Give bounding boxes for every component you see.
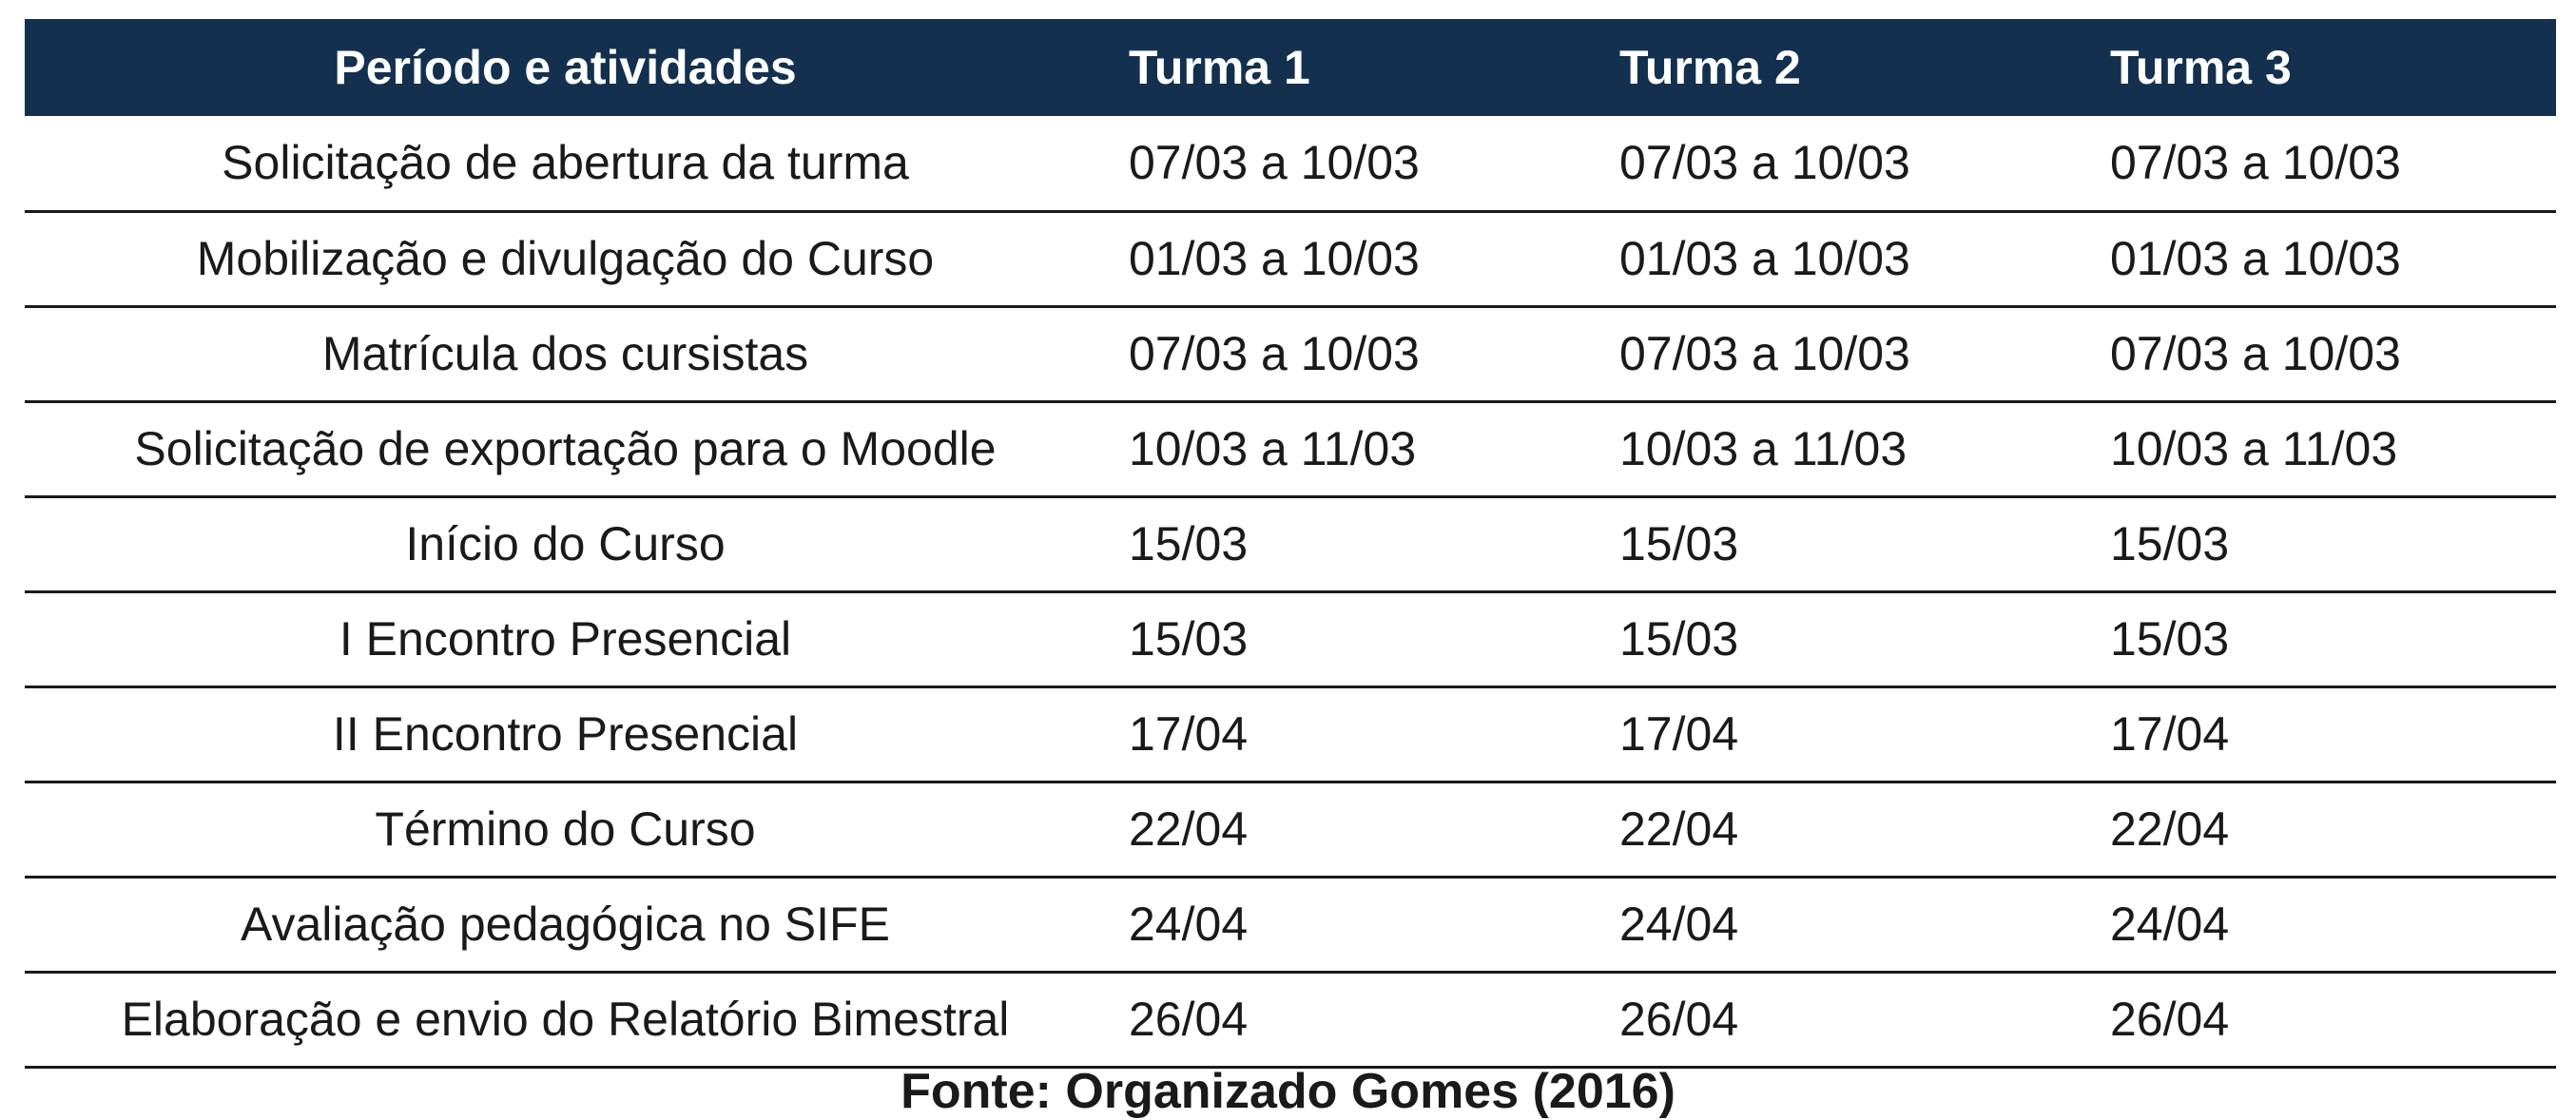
turma-1-cell: 07/03 a 10/03	[1106, 116, 1597, 213]
turma-3-cell: 10/03 a 11/03	[2087, 401, 2556, 498]
table-row: Mobilização e divulgação do Curso 01/03 …	[25, 211, 2556, 308]
turma-2-cell: 22/04	[1597, 782, 2087, 879]
turma-3-cell: 15/03	[2087, 496, 2556, 593]
table-row: Elaboração e envio do Relatório Bimestra…	[25, 972, 2556, 1069]
turma-2-cell: 24/04	[1597, 877, 2087, 974]
turma-3-cell: 22/04	[2087, 782, 2556, 879]
activity-cell: Avaliação pedagógica no SIFE	[25, 877, 1106, 974]
turma-2-cell: 15/03	[1597, 496, 2087, 593]
turma-3-cell: 17/04	[2087, 686, 2556, 783]
turma-3-cell: 07/03 a 10/03	[2087, 116, 2556, 213]
header-activities: Período e atividades	[334, 41, 797, 94]
activity-cell: II Encontro Presencial	[25, 686, 1106, 783]
table-row: Matrícula dos cursistas 07/03 a 10/03 07…	[25, 306, 2556, 403]
table-body: Solicitação de abertura da turma 07/03 a…	[25, 116, 2556, 1069]
turma-1-cell: 17/04	[1106, 686, 1597, 783]
turma-2-cell: 26/04	[1597, 972, 2087, 1069]
activity-cell: Solicitação de exportação para o Moodle	[25, 401, 1106, 498]
turma-1-cell: 01/03 a 10/03	[1106, 211, 1597, 308]
schedule-table: Período e atividades Turma 1 Turma 2 Tur…	[25, 19, 2556, 1069]
table-row: Solicitação de abertura da turma 07/03 a…	[25, 116, 2556, 213]
turma-2-cell: 15/03	[1597, 591, 2087, 688]
header-turma-3: Turma 3	[2110, 41, 2292, 94]
activity-cell: Término do Curso	[25, 782, 1106, 879]
turma-2-cell: 17/04	[1597, 686, 2087, 783]
table-row: Solicitação de exportação para o Moodle …	[25, 401, 2556, 498]
activity-cell: Solicitação de abertura da turma	[25, 116, 1106, 213]
turma-2-cell: 10/03 a 11/03	[1597, 401, 2087, 498]
turma-1-cell: 24/04	[1106, 877, 1597, 974]
table-row: II Encontro Presencial 17/04 17/04 17/04	[25, 686, 2556, 783]
turma-2-cell: 01/03 a 10/03	[1597, 211, 2087, 308]
header-turma-2: Turma 2	[1619, 41, 1801, 94]
turma-3-cell: 07/03 a 10/03	[2087, 306, 2556, 403]
turma-1-cell: 15/03	[1106, 591, 1597, 688]
activity-cell: Elaboração e envio do Relatório Bimestra…	[25, 972, 1106, 1069]
table-header: Período e atividades Turma 1 Turma 2 Tur…	[25, 19, 2556, 116]
turma-2-cell: 07/03 a 10/03	[1597, 306, 2087, 403]
table-row: Início do Curso 15/03 15/03 15/03	[25, 496, 2556, 593]
turma-3-cell: 01/03 a 10/03	[2087, 211, 2556, 308]
header-turma-1: Turma 1	[1129, 41, 1310, 94]
turma-1-cell: 26/04	[1106, 972, 1597, 1069]
turma-1-cell: 07/03 a 10/03	[1106, 306, 1597, 403]
turma-3-cell: 26/04	[2087, 972, 2556, 1069]
turma-1-cell: 15/03	[1106, 496, 1597, 593]
activity-cell: Início do Curso	[25, 496, 1106, 593]
turma-1-cell: 22/04	[1106, 782, 1597, 879]
turma-1-cell: 10/03 a 11/03	[1106, 401, 1597, 498]
table-row: Término do Curso 22/04 22/04 22/04	[25, 782, 2556, 879]
turma-3-cell: 15/03	[2087, 591, 2556, 688]
turma-2-cell: 07/03 a 10/03	[1597, 116, 2087, 213]
table-row: Avaliação pedagógica no SIFE 24/04 24/04…	[25, 877, 2556, 974]
turma-3-cell: 24/04	[2087, 877, 2556, 974]
table-row: I Encontro Presencial 15/03 15/03 15/03	[25, 591, 2556, 688]
header-row: Período e atividades Turma 1 Turma 2 Tur…	[25, 19, 2556, 116]
activity-cell: Matrícula dos cursistas	[25, 306, 1106, 403]
source-caption: Fonte: Organizado Gomes (2016)	[901, 1064, 1675, 1119]
activity-cell: I Encontro Presencial	[25, 591, 1106, 688]
activity-cell: Mobilização e divulgação do Curso	[25, 211, 1106, 308]
